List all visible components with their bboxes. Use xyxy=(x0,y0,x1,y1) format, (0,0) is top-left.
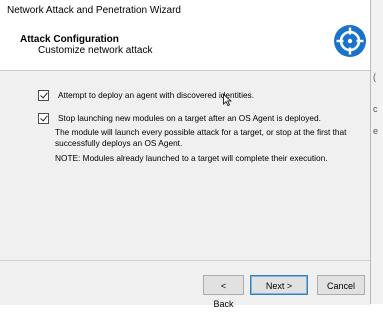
cancel-button[interactable]: Cancel xyxy=(317,275,365,295)
background-glyph: c xyxy=(373,104,378,114)
stop-launching-checkbox[interactable] xyxy=(38,113,49,124)
note-text: NOTE: Modules already launched to a targ… xyxy=(55,153,328,163)
page-subtitle: Customize network attack xyxy=(38,45,153,56)
stop-launching-option[interactable]: Stop launching new modules on a target a… xyxy=(38,113,321,124)
stop-launching-label: Stop launching new modules on a target a… xyxy=(58,113,321,123)
background-window-edge: ( c e xyxy=(370,0,383,304)
deploy-agent-option[interactable]: Attempt to deploy an agent with discover… xyxy=(38,90,254,101)
next-button[interactable]: Next > xyxy=(250,275,308,295)
deploy-agent-checkbox[interactable] xyxy=(38,90,49,101)
mouse-cursor-icon xyxy=(223,94,232,106)
crosshair-target-icon xyxy=(334,25,366,57)
wizard-header: Attack Configuration Customize network a… xyxy=(0,22,370,71)
options-panel: Attempt to deploy an agent with discover… xyxy=(0,71,370,260)
back-button[interactable]: < Back xyxy=(203,275,244,309)
background-glyph: e xyxy=(373,126,379,136)
description-line: The module will launch every possible at… xyxy=(55,127,347,137)
page-title: Attack Configuration xyxy=(20,34,119,45)
wizard-window: Network Attack and Penetration Wizard At… xyxy=(0,0,371,309)
wizard-footer: < Back Next > Cancel xyxy=(0,260,370,309)
background-glyph: ( xyxy=(373,72,376,82)
window-title: Network Attack and Penetration Wizard xyxy=(7,5,181,16)
title-bar[interactable]: Network Attack and Penetration Wizard xyxy=(0,0,370,22)
description-line: successfully deploys an OS Agent. xyxy=(55,138,183,148)
